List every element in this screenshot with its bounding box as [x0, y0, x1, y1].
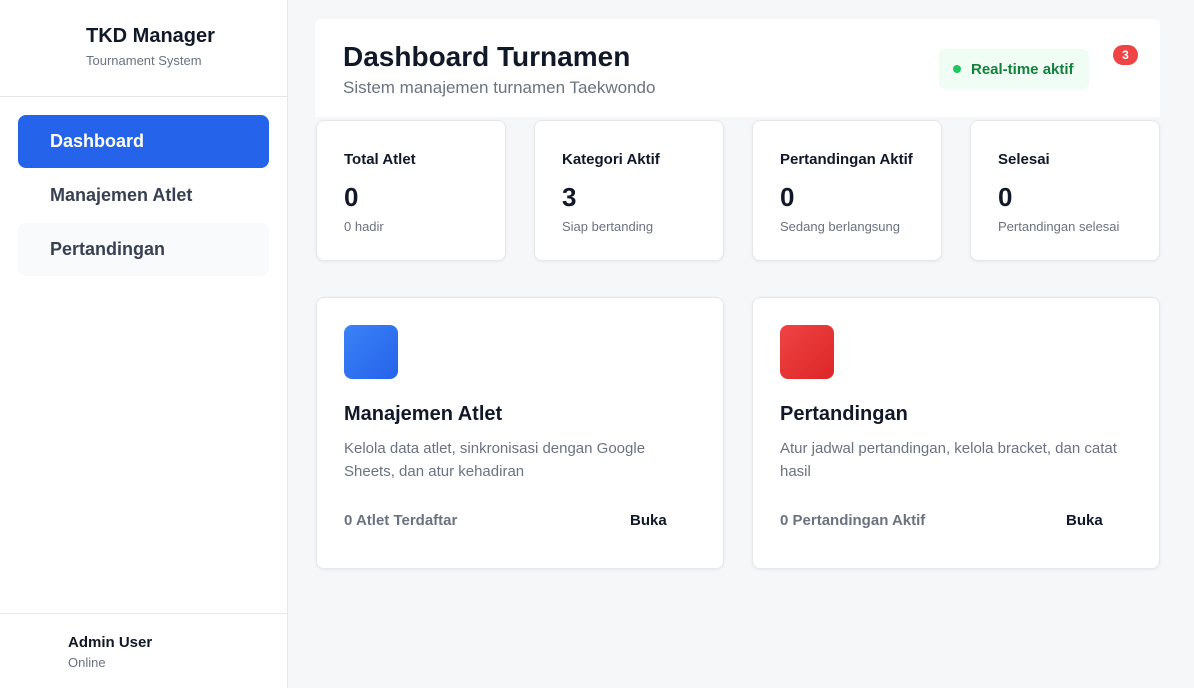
card-title: Pertandingan	[780, 403, 908, 425]
sidebar: TKD Manager Tournament System Dashboard …	[0, 0, 288, 688]
stat-value: 0	[780, 182, 795, 212]
user-panel[interactable]: Admin User Online	[0, 613, 287, 688]
stat-value: 0	[344, 182, 359, 212]
brand-title: TKD Manager	[86, 25, 215, 47]
card-meta: 0 Atlet Terdaftar	[344, 512, 458, 529]
user-name: Admin User	[68, 634, 153, 651]
open-pertandingan-button[interactable]: Buka	[1066, 512, 1103, 529]
stat-value: 0	[998, 182, 1013, 212]
stat-card-total-atlet: Total Atlet 0 0 hadir	[316, 120, 506, 261]
notification-badge[interactable]: 3	[1113, 45, 1138, 65]
app: TKD Manager Tournament System Dashboard …	[0, 0, 1194, 688]
stat-note: Sedang berlangsung	[780, 219, 900, 234]
realtime-label: Real-time aktif	[971, 60, 1074, 78]
status-dot-icon	[953, 65, 961, 73]
stat-card-pertandingan-aktif: Pertandingan Aktif 0 Sedang berlangsung	[752, 120, 942, 261]
stat-note: Pertandingan selesai	[998, 219, 1120, 234]
page-subtitle: Sistem manajemen turnamen Taekwondo	[343, 78, 656, 97]
athlete-icon	[344, 325, 398, 379]
stat-note: Siap bertanding	[562, 219, 654, 234]
stat-note: 0 hadir	[344, 219, 384, 234]
sidebar-item-dashboard[interactable]: Dashboard	[18, 115, 269, 168]
brand: TKD Manager Tournament System	[0, 0, 287, 97]
sidebar-item-pertandingan[interactable]: Pertandingan	[18, 223, 269, 276]
module-card-manajemen-atlet[interactable]: Manajemen Atlet Kelola data atlet, sinkr…	[316, 297, 724, 569]
card-description: Kelola data atlet, sinkronisasi dengan G…	[344, 440, 646, 480]
stat-label: Pertandingan Aktif	[780, 151, 913, 168]
user-status: Online	[68, 655, 106, 670]
open-manajemen-atlet-button[interactable]: Buka	[630, 512, 667, 529]
sidebar-item-manajemen-atlet[interactable]: Manajemen Atlet	[18, 169, 269, 222]
card-title: Manajemen Atlet	[344, 403, 503, 425]
stat-value: 3	[562, 182, 577, 212]
main-content: Dashboard Turnamen Sistem manajemen turn…	[288, 0, 1194, 688]
stat-label: Total Atlet	[344, 151, 416, 168]
sidebar-nav: Dashboard Manajemen Atlet Pertandingan	[0, 97, 287, 276]
stat-card-selesai: Selesai 0 Pertandingan selesai	[970, 120, 1160, 261]
card-meta: 0 Pertandingan Aktif	[780, 512, 926, 529]
stat-label: Selesai	[998, 151, 1050, 168]
card-description: Atur jadwal pertandingan, kelola bracket…	[780, 440, 1117, 480]
stat-label: Kategori Aktif	[562, 151, 660, 168]
page-title: Dashboard Turnamen	[343, 41, 631, 72]
stat-card-kategori-aktif: Kategori Aktif 3 Siap bertanding	[534, 120, 724, 261]
realtime-status-badge: Real-time aktif	[939, 49, 1089, 89]
brand-subtitle: Tournament System	[86, 53, 202, 68]
module-card-pertandingan[interactable]: Pertandingan Atur jadwal pertandingan, k…	[752, 297, 1160, 569]
match-icon	[780, 325, 834, 379]
page-header: Dashboard Turnamen Sistem manajemen turn…	[315, 19, 1160, 117]
